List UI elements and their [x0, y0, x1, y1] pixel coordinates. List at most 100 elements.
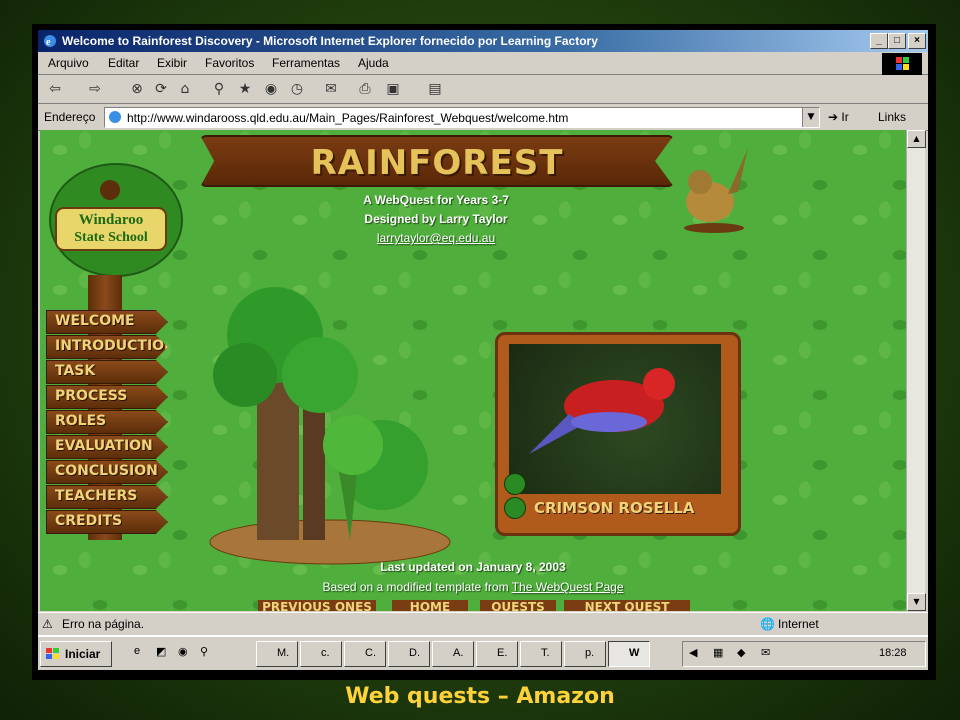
- edit-icon[interactable]: ▣: [384, 80, 402, 98]
- webquest-page-link[interactable]: The WebQuest Page: [512, 580, 624, 594]
- internet-globe-icon: 🌐: [760, 617, 775, 631]
- task-a-label: A.: [453, 647, 464, 659]
- school-name-line2: State School: [74, 230, 148, 245]
- chevron-down-icon[interactable]: ▼: [802, 108, 819, 127]
- favorites-icon[interactable]: ★: [236, 80, 254, 98]
- print-icon[interactable]: ⎙: [356, 80, 374, 98]
- home-icon[interactable]: ⌂: [176, 80, 194, 98]
- svg-text:e: e: [46, 37, 51, 48]
- home-button[interactable]: HOME: [392, 600, 468, 611]
- page-icon: [108, 110, 122, 124]
- menu-ajuda[interactable]: Ajuda: [358, 56, 389, 70]
- nav-process-label: PROCESS: [55, 388, 128, 404]
- back-icon[interactable]: ⇦: [46, 80, 64, 98]
- quests-button[interactable]: QUESTS: [480, 600, 556, 611]
- quicklaunch-outlook-icon[interactable]: ◩: [156, 645, 166, 658]
- address-label: Endereço: [44, 110, 96, 124]
- nav-task[interactable]: TASK: [46, 360, 168, 384]
- task-d-label: D.: [409, 647, 420, 659]
- nav-welcome-label: WELCOME: [55, 313, 135, 329]
- go-button[interactable]: ➔ Ir: [828, 110, 849, 124]
- task-t[interactable]: T.: [520, 641, 562, 667]
- up-arrow-icon[interactable]: [504, 473, 526, 495]
- task-w-active[interactable]: W: [608, 641, 650, 667]
- discuss-icon[interactable]: ▤: [426, 80, 444, 98]
- task-m-label: M.: [277, 647, 290, 659]
- nav-process[interactable]: PROCESS: [46, 385, 168, 409]
- school-logo[interactable]: Windaroo State School: [48, 160, 183, 280]
- nav-evaluation[interactable]: EVALUATION: [46, 435, 168, 459]
- menu-exibir[interactable]: Exibir: [157, 56, 187, 70]
- menu-editar[interactable]: Editar: [108, 56, 139, 70]
- nav-welcome[interactable]: WELCOME: [46, 310, 168, 334]
- links-button[interactable]: Links: [878, 110, 906, 124]
- task-p-label: p.: [585, 647, 595, 659]
- task-p[interactable]: p.: [564, 641, 606, 667]
- photo-caption: CRIMSON ROSELLA: [534, 499, 695, 517]
- search-icon[interactable]: ⚲: [210, 80, 228, 98]
- previous-ones-button[interactable]: PREVIOUS ONES: [258, 600, 376, 611]
- task-e[interactable]: E.: [476, 641, 518, 667]
- play-arrow-icon[interactable]: [504, 497, 526, 519]
- nav-roles-label: ROLES: [55, 413, 107, 429]
- go-label: Ir: [841, 110, 849, 124]
- menu-bar: Arquivo Editar Exibir Favoritos Ferramen…: [38, 52, 928, 75]
- quicklaunch-search-icon[interactable]: ⚲: [200, 645, 208, 658]
- nav-conclusion[interactable]: CONCLUSION: [46, 460, 168, 484]
- rainforest-discovery-banner: RAINFOREST DISCOVERY: [200, 135, 674, 187]
- address-bar: Endereço http://www.windarooss.qld.edu.a…: [38, 104, 928, 131]
- scroll-down-icon[interactable]: ▼: [907, 593, 926, 611]
- menu-favoritos[interactable]: Favoritos: [205, 56, 254, 70]
- media-icon[interactable]: ◉: [262, 80, 280, 98]
- task-c-upper[interactable]: C.: [344, 641, 386, 667]
- close-button[interactable]: ×: [908, 33, 926, 49]
- scroll-up-icon[interactable]: ▲: [907, 130, 926, 148]
- tray-antivirus-icon[interactable]: ◆: [737, 646, 745, 659]
- forward-icon[interactable]: ⇨: [86, 80, 104, 98]
- intro-line1: A WebQuest for Years 3-7: [363, 193, 509, 207]
- mail-icon[interactable]: ✉: [322, 80, 340, 98]
- refresh-icon[interactable]: ⟳: [152, 80, 170, 98]
- nav-roles[interactable]: ROLES: [46, 410, 168, 434]
- task-d[interactable]: D.: [388, 641, 430, 667]
- status-bar: ⚠ Erro na página. 🌐 Internet: [38, 612, 928, 635]
- next-quest-button[interactable]: NEXT QUEST: [564, 600, 690, 611]
- nav-introduction[interactable]: INTRODUCTION: [46, 335, 168, 359]
- windows-flag-icon: [45, 647, 61, 661]
- nav-teachers-label: TEACHERS: [55, 488, 138, 504]
- system-tray: ◀ ▦ ◆ ✉ 18:28: [682, 641, 926, 667]
- stop-icon[interactable]: ⊗: [128, 80, 146, 98]
- tray-network-icon[interactable]: ▦: [713, 646, 723, 659]
- task-c-lower[interactable]: c.: [300, 641, 342, 667]
- banner-text: RAINFOREST DISCOVERY: [310, 143, 564, 223]
- rainforest-trees-illustration: [205, 280, 465, 565]
- nav-teachers[interactable]: TEACHERS: [46, 485, 168, 509]
- email-link[interactable]: larrytaylor@eq.edu.au: [286, 231, 586, 245]
- nav-credits-label: CREDITS: [55, 513, 123, 529]
- tray-volume-icon[interactable]: ◀: [689, 646, 697, 659]
- warning-icon[interactable]: ⚠: [42, 617, 53, 631]
- task-m[interactable]: M.: [256, 641, 298, 667]
- toolbar: ⇦ ⇨ ⊗ ⟳ ⌂ ⚲ ★ ◉ ◷ ✉ ⎙ ▣ ▤: [38, 75, 928, 104]
- clock: 18:28: [879, 647, 907, 659]
- start-button[interactable]: Iniciar: [40, 641, 112, 667]
- quicklaunch-media-icon[interactable]: ◉: [178, 645, 188, 658]
- bird-icon: [680, 142, 750, 234]
- menu-ferramentas[interactable]: Ferramentas: [272, 56, 340, 70]
- vertical-scrollbar[interactable]: ▲ ▼: [906, 130, 926, 611]
- history-icon[interactable]: ◷: [288, 80, 306, 98]
- maximize-button[interactable]: □: [888, 33, 906, 49]
- title-bar[interactable]: e Welcome to Rainforest Discovery - Micr…: [38, 30, 928, 52]
- address-url: http://www.windarooss.qld.edu.au/Main_Pa…: [127, 111, 569, 125]
- address-input[interactable]: http://www.windarooss.qld.edu.au/Main_Pa…: [104, 107, 820, 128]
- minimize-button[interactable]: _: [870, 33, 888, 49]
- start-label: Iniciar: [65, 647, 101, 661]
- task-c-lower-label: c.: [321, 647, 330, 659]
- menu-arquivo[interactable]: Arquivo: [48, 56, 89, 70]
- task-a[interactable]: A.: [432, 641, 474, 667]
- browser-window: e Welcome to Rainforest Discovery - Micr…: [38, 30, 928, 670]
- ie-icon: e: [42, 33, 58, 49]
- nav-credits[interactable]: CREDITS: [46, 510, 168, 534]
- quicklaunch-ie-icon[interactable]: e: [134, 645, 140, 657]
- tray-mail-icon[interactable]: ✉: [761, 646, 770, 659]
